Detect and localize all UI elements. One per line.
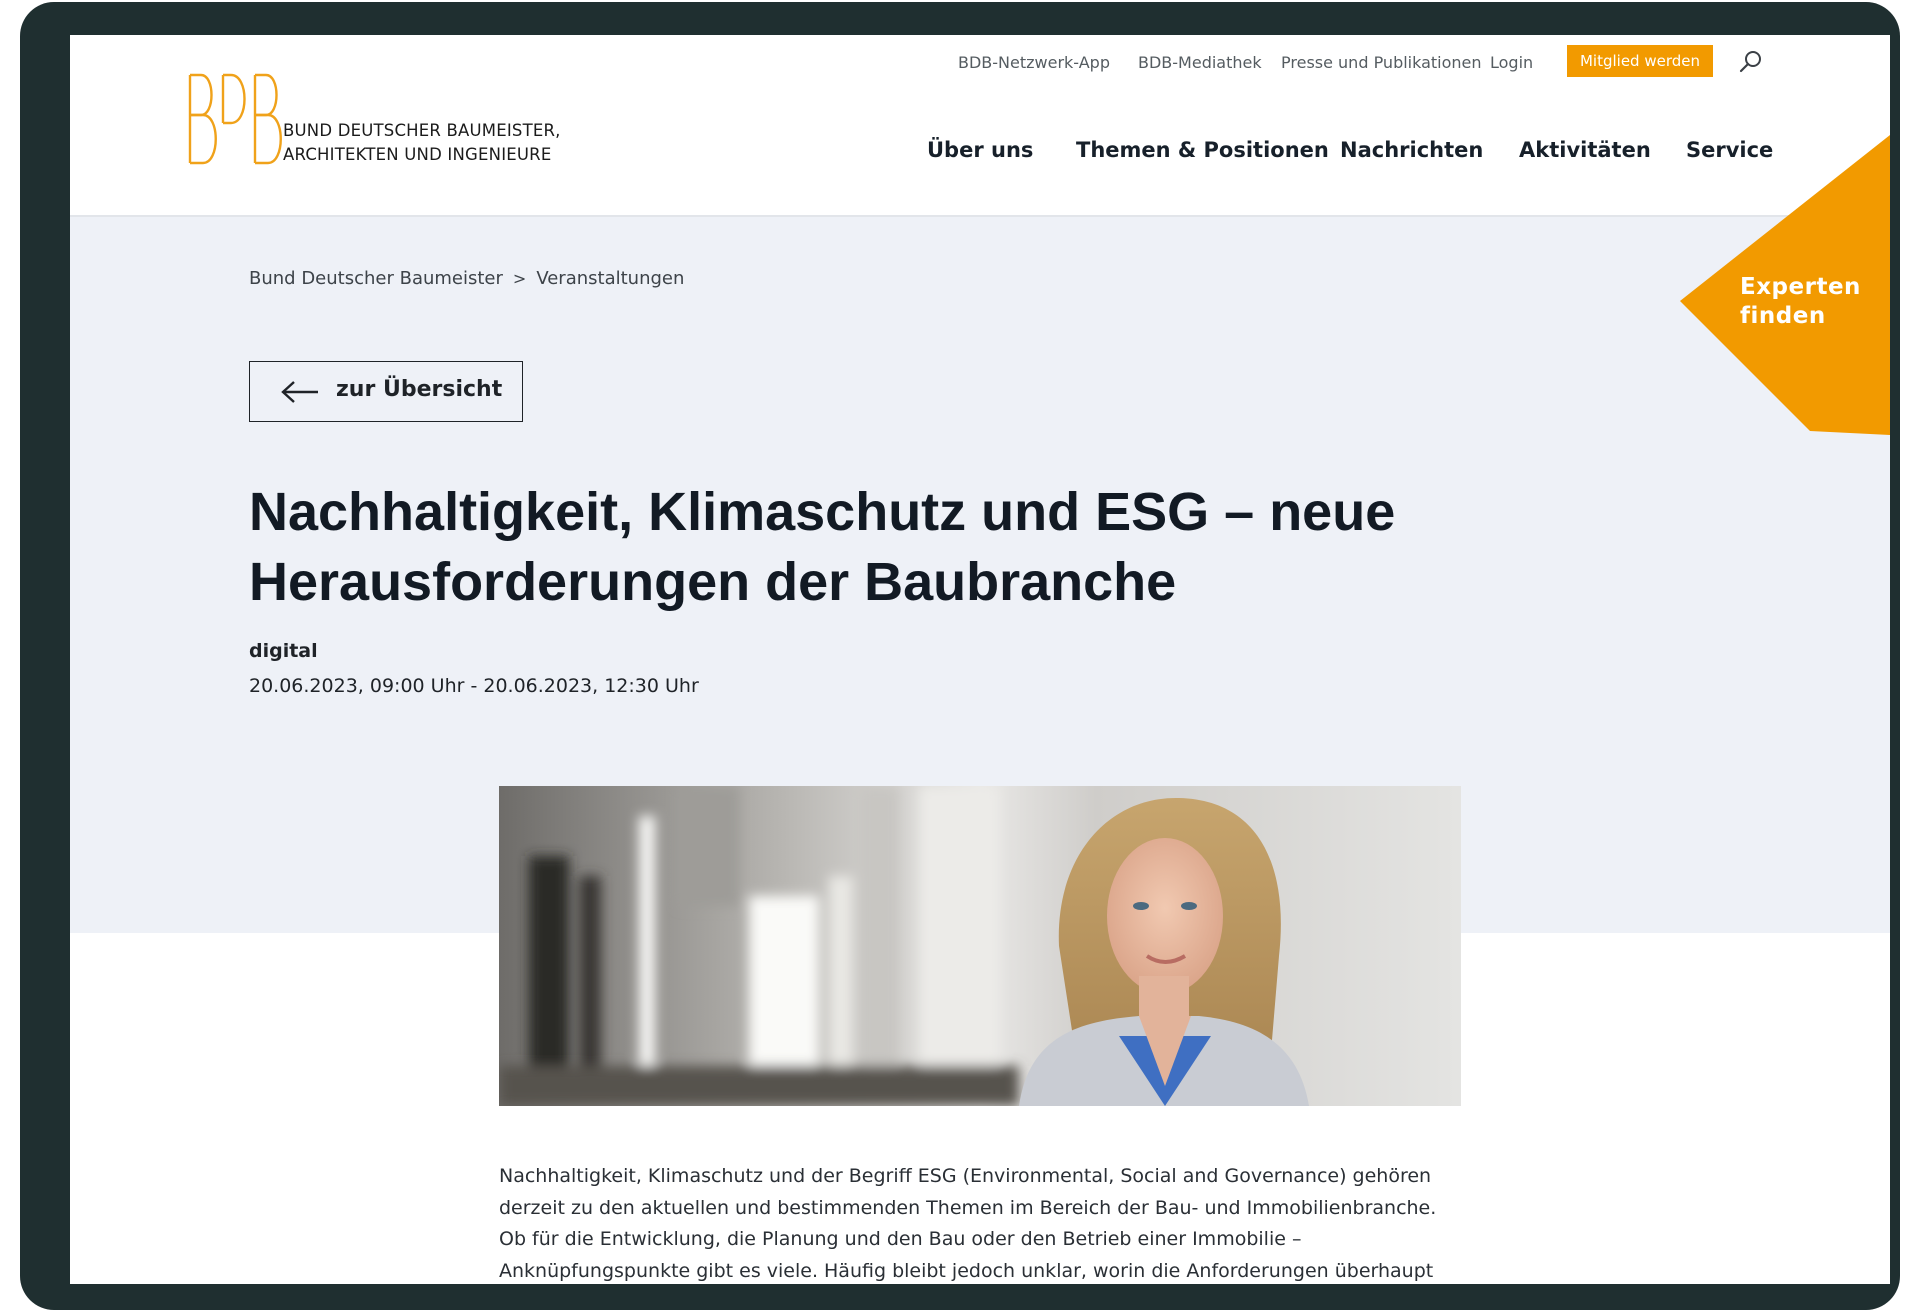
breadcrumb-item-home[interactable]: Bund Deutscher Baumeister <box>249 268 503 289</box>
site-header: BUND DEUTSCHER BAUMEISTER, ARCHITEKTEN U… <box>70 35 1890 217</box>
back-button-label: zur Übersicht <box>336 377 503 402</box>
browser-viewport: BUND DEUTSCHER BAUMEISTER, ARCHITEKTEN U… <box>70 35 1890 1284</box>
bdb-logo[interactable]: BUND DEUTSCHER BAUMEISTER, ARCHITEKTEN U… <box>187 71 587 167</box>
utility-link-login[interactable]: Login <box>1490 45 1533 79</box>
logo-text-line2: ARCHITEKTEN UND INGENIEURE <box>283 145 552 164</box>
experts-badge-line1: Experten <box>1740 274 1861 300</box>
experts-badge-line2: finden <box>1740 303 1826 329</box>
event-type: digital <box>249 640 318 662</box>
article-body: Nachhaltigkeit, Klimaschutz und der Begr… <box>499 1165 1437 1282</box>
event-photo <box>499 786 1461 1106</box>
back-to-overview-button[interactable]: zur Übersicht <box>249 361 523 422</box>
breadcrumb-separator-icon: > <box>512 269 527 288</box>
utility-link-label[interactable]: Login <box>1490 53 1533 72</box>
utility-link-netzwerk-app[interactable]: BDB-Netzwerk-App <box>958 45 1110 79</box>
logo-text-line1: BUND DEUTSCHER BAUMEISTER, <box>283 121 561 140</box>
utility-link-mediathek[interactable]: BDB-Mediathek <box>1138 45 1262 79</box>
utility-link-label[interactable]: BDB-Mediathek <box>1138 53 1262 72</box>
bdb-logo-mark <box>188 73 282 165</box>
nav-item-ueber-uns[interactable]: Über uns <box>927 138 1033 162</box>
utility-link-label[interactable]: BDB-Netzwerk-App <box>958 53 1110 72</box>
breadcrumb-item-veranstaltungen[interactable]: Veranstaltungen <box>536 268 684 289</box>
experts-badge-label[interactable]: Experten finden <box>1740 273 1861 331</box>
breadcrumb: Bund Deutscher Baumeister > Veranstaltun… <box>249 268 684 289</box>
page-title: Nachhaltigkeit, Klimaschutz und ESG – ne… <box>249 482 1396 612</box>
utility-link-label[interactable]: Presse und Publikationen <box>1281 53 1482 72</box>
nav-item-aktivitaeten[interactable]: Aktivitäten <box>1519 138 1651 162</box>
nav-item-nachrichten[interactable]: Nachrichten <box>1340 138 1483 162</box>
arrow-left-icon <box>281 381 318 403</box>
logo-text: BUND DEUTSCHER BAUMEISTER, ARCHITEKTEN U… <box>283 119 561 167</box>
device-frame: BUND DEUTSCHER BAUMEISTER, ARCHITEKTEN U… <box>20 2 1900 1310</box>
nav-item-themen-positionen[interactable]: Themen & Positionen <box>1076 138 1329 162</box>
search-icon[interactable] <box>1738 49 1764 75</box>
utility-link-presse[interactable]: Presse und Publikationen <box>1281 45 1482 79</box>
member-button[interactable]: Mitglied werden <box>1567 45 1713 77</box>
event-date: 20.06.2023, 09:00 Uhr - 20.06.2023, 12:3… <box>249 675 699 697</box>
